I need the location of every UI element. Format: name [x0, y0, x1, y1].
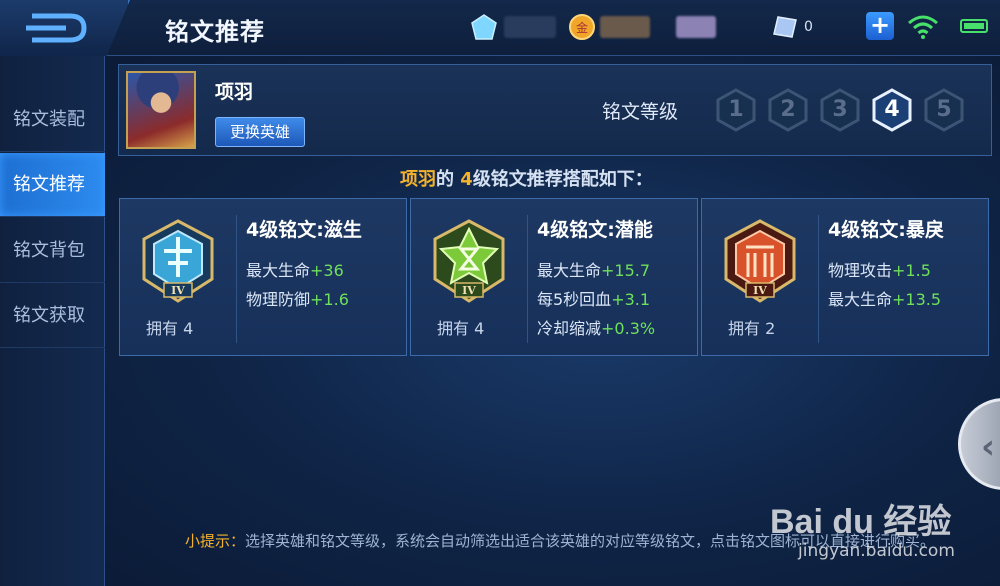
sidebar-item-label: 铭文推荐 [13, 174, 85, 195]
extra-value-blurred [676, 16, 716, 38]
level-button-2[interactable]: 2 [765, 87, 811, 133]
level-number: 3 [832, 97, 848, 122]
sidebar-item-obtain[interactable]: 铭文获取 [0, 284, 105, 348]
tip-label: 小提示： [185, 532, 246, 550]
rune-card-1: IV 4级铭文:滋生 最大生命+36 物理防御+1.6 拥有 4 [119, 198, 407, 356]
level-number: 4 [884, 97, 900, 122]
headline-hero: 项羽 [400, 169, 436, 190]
rune-stat: 物理防御+1.6 [246, 290, 349, 309]
emblem-level-text: IV [753, 284, 767, 297]
card-divider [236, 215, 237, 343]
rune-title: 4级铭文:暴戾 [828, 219, 944, 241]
svg-text:金: 金 [576, 20, 588, 35]
chevron-left-icon: ‹ [981, 427, 996, 467]
rune-card-3: IV 4级铭文:暴戾 物理攻击+1.5 最大生命+13.5 拥有 2 [701, 198, 989, 356]
sidebar-item-recommend[interactable]: 铭文推荐 [0, 153, 105, 217]
diamond-value-blurred [504, 16, 556, 38]
diamond-icon [471, 14, 497, 40]
headline-middle: 的 [436, 169, 461, 190]
level-number: 5 [936, 97, 952, 122]
rune-stat: 冷却缩减+0.3% [537, 319, 656, 338]
rune-stat: 最大生命+13.5 [828, 290, 942, 309]
emblem-level-text: IV [462, 284, 476, 297]
recharge-plus-button[interactable]: + [866, 12, 894, 40]
rune-level-label: 铭文等级 [602, 101, 679, 123]
sidebar-item-label: 铭文背包 [13, 240, 85, 261]
gold-resource: 金 [568, 14, 716, 40]
back-button[interactable] [0, 0, 130, 56]
back-arrow-icon [26, 13, 87, 43]
rune-emblem-icon[interactable]: IV [720, 217, 800, 307]
hero-portrait[interactable] [126, 71, 196, 149]
watermark-url: jingyan.baidu.com [798, 541, 955, 561]
headline-rest: 级铭文推荐搭配如下： [472, 169, 653, 190]
sidebar-item-label: 铭文装配 [13, 109, 85, 130]
wifi-icon [908, 15, 938, 39]
rune-stat: 最大生命+15.7 [537, 261, 651, 280]
level-button-4[interactable]: 4 [869, 87, 915, 133]
watermark-logo: Bai du 经验 [770, 503, 952, 541]
hero-name: 项羽 [215, 81, 254, 103]
owned-count: 拥有 4 [146, 319, 194, 338]
sidebar: 铭文装配 铭文推荐 铭文背包 铭文获取 [0, 56, 105, 586]
owned-count: 拥有 4 [437, 319, 485, 338]
rune-title: 4级铭文:滋生 [246, 219, 362, 241]
page-title: 铭文推荐 [165, 18, 265, 46]
change-hero-button[interactable]: 更换英雄 [215, 117, 305, 147]
rune-title: 4级铭文:潜能 [537, 219, 653, 241]
card-divider [527, 215, 528, 343]
gold-coin-icon: 金 [569, 14, 595, 40]
headline-level: 4 [460, 169, 473, 190]
sidebar-item-backpack[interactable]: 铭文背包 [0, 219, 105, 283]
rune-card-2: IV 4级铭文:潜能 最大生命+15.7 每5秒回血+3.1 冷却缩减+0.3%… [410, 198, 698, 356]
rune-emblem-icon[interactable]: IV [138, 217, 218, 307]
gold-value-blurred [600, 16, 650, 38]
rune-stat: 最大生命+36 [246, 261, 344, 280]
recommend-headline: 项羽的 4级铭文推荐搭配如下： [400, 165, 653, 191]
card-divider [818, 215, 819, 343]
rune-stat: 物理攻击+1.5 [828, 261, 931, 280]
baidu-jingyan-watermark: Bai du 经验 jingyan.baidu.com [770, 494, 955, 561]
sidebar-item-equip[interactable]: 铭文装配 [0, 88, 105, 152]
level-number: 2 [780, 97, 796, 122]
emblem-level-text: IV [171, 284, 185, 297]
voucher-icon [773, 16, 797, 38]
hero-panel: 项羽 更换英雄 铭文等级 1 2 3 4 5 [118, 64, 992, 156]
level-button-3[interactable]: 3 [817, 87, 863, 133]
diamond-resource [470, 14, 556, 40]
top-bar: 铭文推荐 金 0 + [0, 0, 1000, 56]
level-button-1[interactable]: 1 [713, 87, 759, 133]
owned-count: 拥有 2 [728, 319, 776, 338]
battery-icon [960, 19, 988, 33]
rune-emblem-icon[interactable]: IV [429, 217, 509, 307]
sidebar-item-label: 铭文获取 [13, 305, 85, 326]
rune-stat: 每5秒回血+3.1 [537, 290, 651, 309]
level-button-5[interactable]: 5 [921, 87, 967, 133]
voucher-value: 0 [804, 19, 813, 35]
level-number: 1 [728, 97, 744, 122]
voucher-resource: 0 [772, 14, 813, 40]
